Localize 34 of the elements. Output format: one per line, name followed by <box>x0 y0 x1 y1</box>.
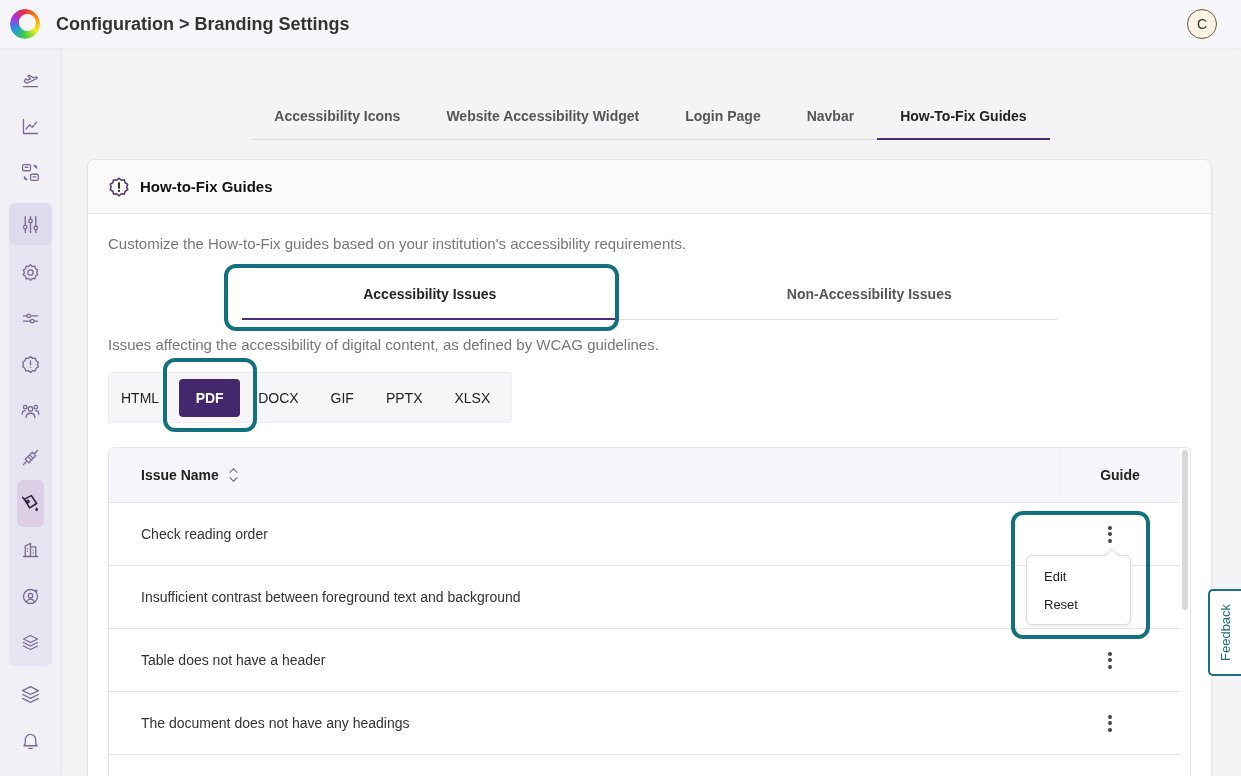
table-cell: The document does not have any headings <box>141 715 410 731</box>
tab[interactable]: Accessibility Issues <box>242 270 618 320</box>
tab[interactable]: How-To-Fix Guides <box>877 100 1050 140</box>
tab[interactable]: Website Accessibility Widget <box>423 100 663 140</box>
column-header: Issue Name <box>141 467 219 483</box>
layers-icon <box>19 684 41 706</box>
table-cell: Check reading order <box>141 526 268 542</box>
menu-item[interactable]: Edit <box>1027 562 1130 590</box>
tab[interactable]: Login Page <box>662 100 784 140</box>
alert-badge-icon <box>108 175 130 198</box>
description-text: Customize the How-to-Fix guides based on your institution's accessibility requirements. <box>108 234 688 254</box>
tab[interactable]: Accessibility Icons <box>251 100 424 140</box>
sort-icon[interactable] <box>227 467 239 483</box>
feedback-tab[interactable]: Feedback <box>1208 589 1241 676</box>
alert-badge-icon <box>19 354 41 376</box>
menu-item[interactable]: Reset <box>1027 590 1130 618</box>
table-cell: Table does not have a header <box>141 652 326 668</box>
file-type-button[interactable]: XLSX <box>438 378 507 417</box>
column-header: Guide <box>1100 467 1140 483</box>
logo-icon <box>10 9 40 39</box>
table-cell: Insufficient contrast between foreground text and background <box>141 589 521 605</box>
file-type-button[interactable]: GIF <box>314 378 370 417</box>
card-title: How-to-Fix Guides <box>140 178 273 195</box>
file-type-button[interactable]: DOCX <box>242 378 315 417</box>
file-type-button[interactable]: PPTX <box>369 378 439 417</box>
description-text: Issues affecting the accessibility of digital content, as defined by WCAG guidelines. <box>108 335 660 355</box>
file-type-button[interactable]: HTML <box>114 378 168 417</box>
user-avatar[interactable]: C <box>1187 9 1217 39</box>
file-type-button[interactable]: PDF <box>179 378 241 417</box>
page-title: Configuration > Branding Settings <box>56 13 350 35</box>
swap-icon <box>19 161 41 183</box>
tab[interactable]: Non-Accessibility Issues <box>681 270 1057 320</box>
sidebar-item[interactable] <box>16 480 44 527</box>
tab[interactable]: Navbar <box>783 100 878 140</box>
